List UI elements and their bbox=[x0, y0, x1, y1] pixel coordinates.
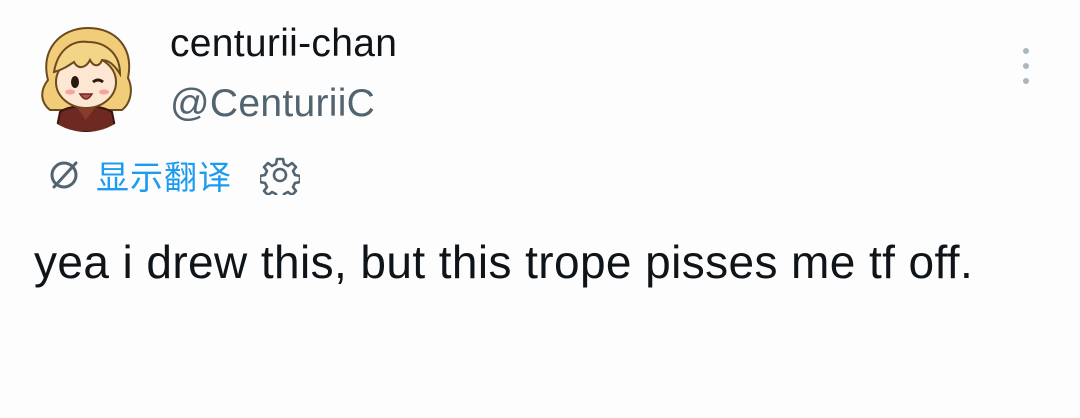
post-text: yea i drew this, but this trope pisses m… bbox=[34, 236, 974, 288]
post-card: centurii-chan @CenturiiC 显示翻译 yea i drew… bbox=[0, 0, 1080, 418]
show-translation-button[interactable]: 显示翻译 bbox=[46, 151, 232, 199]
more-vertical-icon-dot bbox=[1023, 63, 1029, 69]
more-options-button[interactable] bbox=[1010, 46, 1042, 86]
translate-icon bbox=[50, 161, 78, 189]
gear-icon[interactable] bbox=[260, 155, 300, 195]
more-vertical-icon bbox=[1023, 48, 1029, 54]
author-handle[interactable]: @CenturiiC bbox=[170, 80, 375, 128]
translation-bar: 显示翻译 bbox=[46, 150, 300, 200]
author-display-name[interactable]: centurii-chan bbox=[170, 20, 397, 68]
avatar[interactable] bbox=[30, 20, 142, 132]
more-vertical-icon-dot bbox=[1023, 78, 1029, 84]
show-translation-label: 显示翻译 bbox=[96, 158, 232, 197]
avatar-image bbox=[41, 26, 132, 132]
